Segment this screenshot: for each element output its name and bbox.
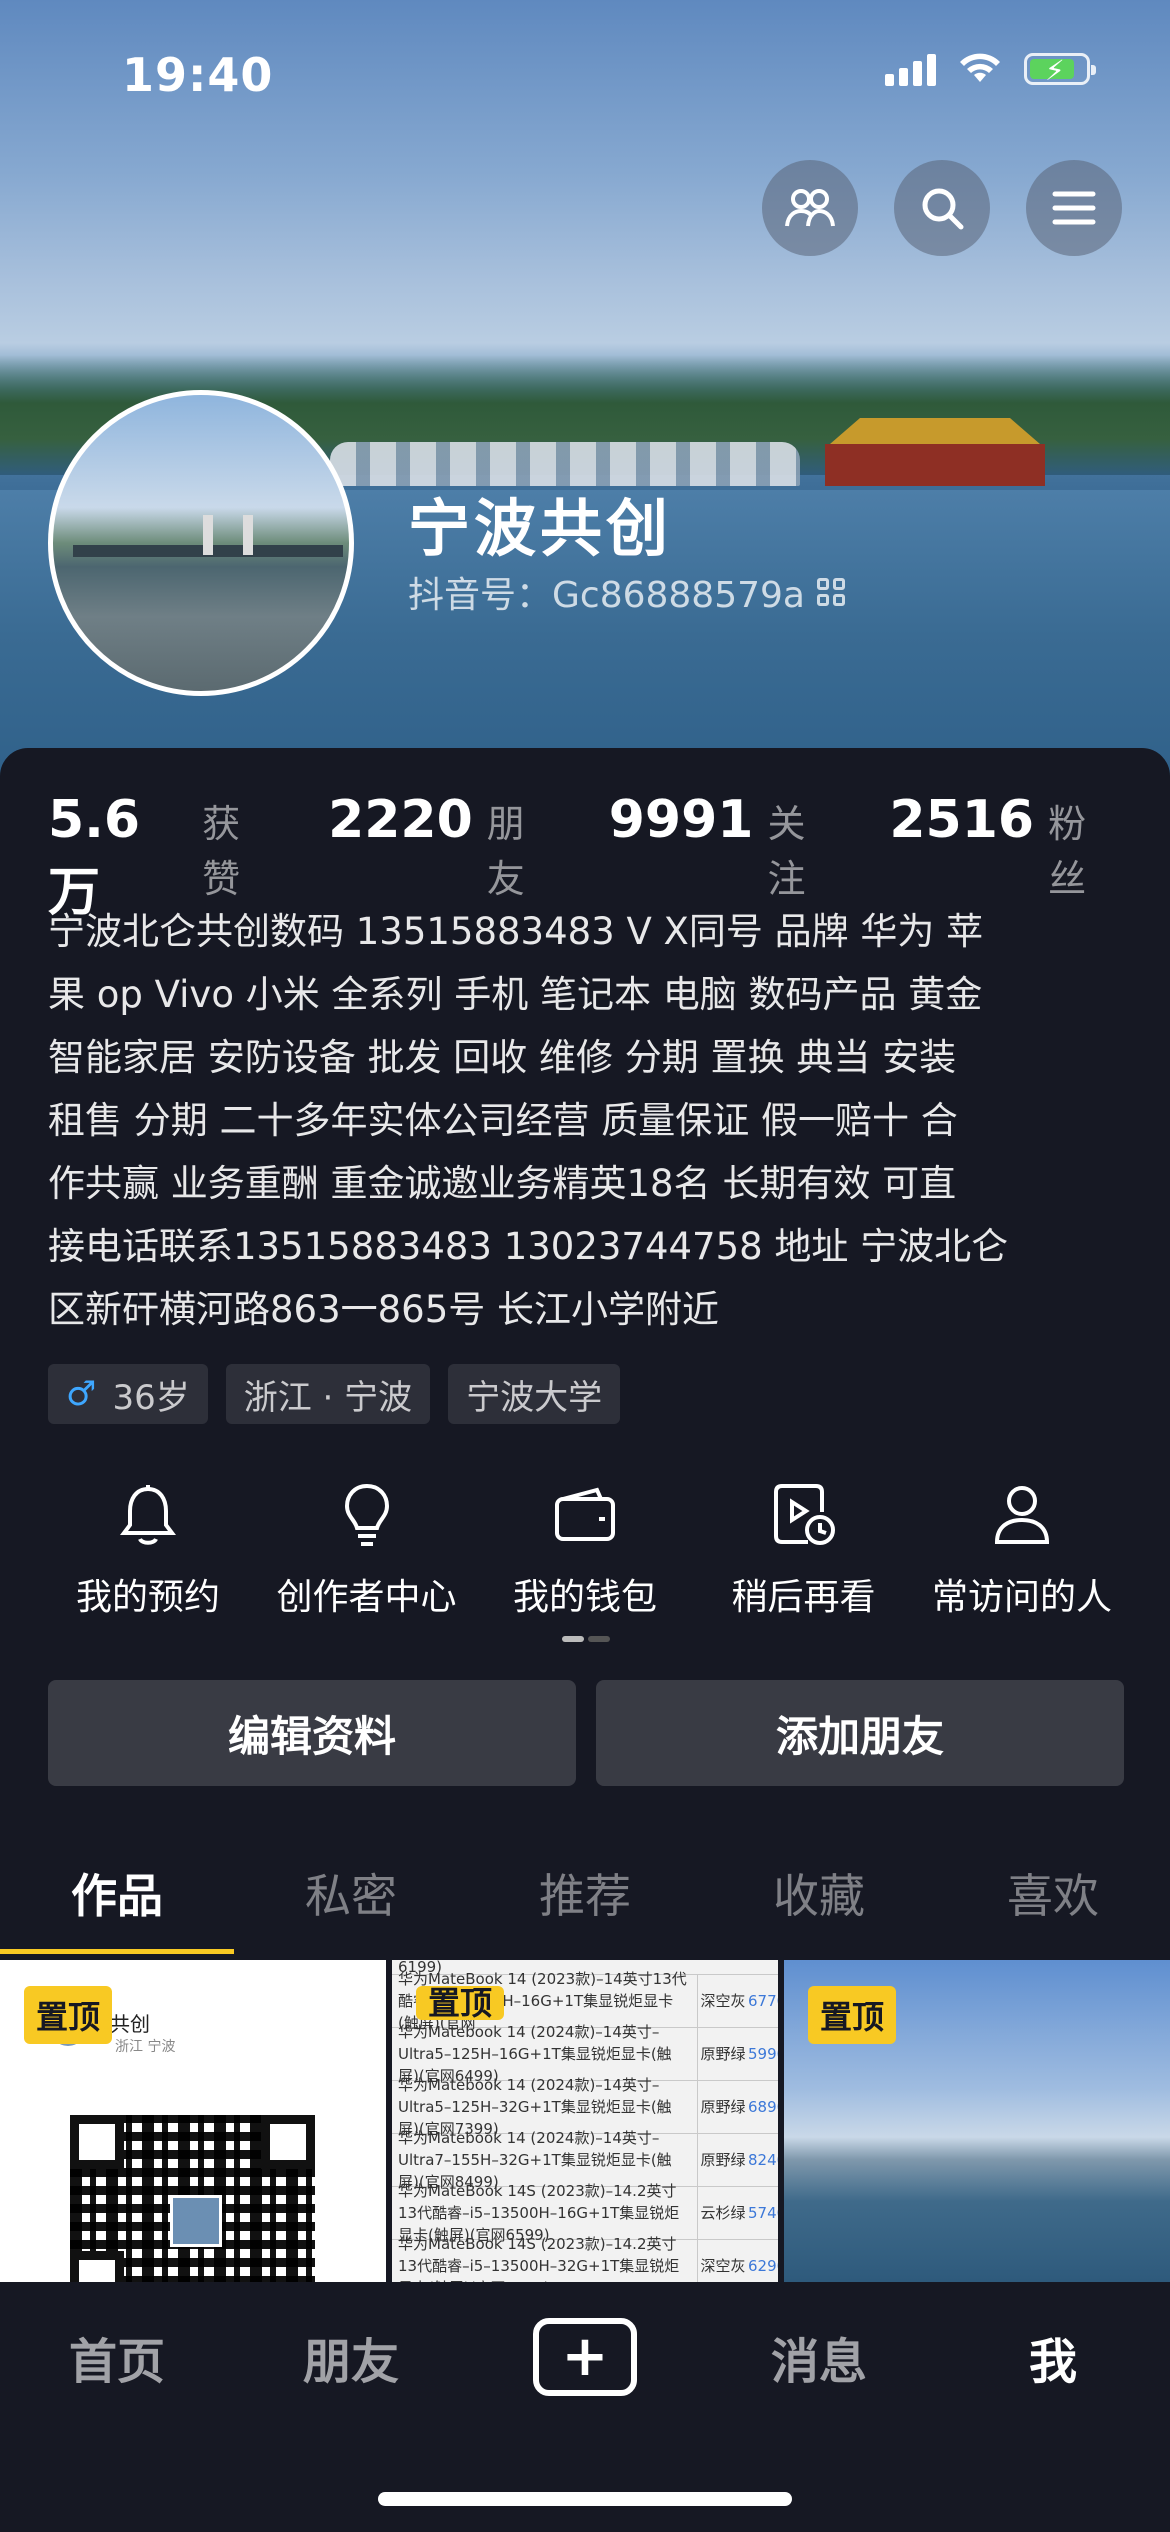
stat-label: 获赞	[202, 802, 241, 901]
price-row-color: 深空灰	[697, 1975, 748, 2027]
thumbnail-name: 共创	[110, 2012, 150, 2036]
tab-recommended[interactable]: 推荐	[468, 1860, 702, 1954]
shortcut-label: 稍后再看	[731, 1577, 876, 1618]
shortcut-label: 创作者中心	[276, 1577, 457, 1618]
watch-later-icon	[773, 1484, 835, 1545]
plus-icon: +	[533, 2318, 637, 2396]
thumbnail-location: 浙江 宁波	[115, 2039, 176, 2055]
shortcut-label: 我的钱包	[512, 1577, 657, 1618]
search-button[interactable]	[894, 160, 990, 256]
shortcut-watch-later[interactable]: 稍后再看	[704, 1480, 904, 1620]
video-thumbnail[interactable]: 置顶	[784, 1960, 1170, 2282]
price-row-color: 原野绿	[697, 2028, 748, 2080]
friends-button[interactable]	[762, 160, 858, 256]
search-icon	[922, 188, 964, 230]
price-row-price: 6770	[748, 1992, 778, 2010]
bio-line: 宁波北仑共创数码 13515883483 V X同号 品牌 华为 苹	[48, 910, 984, 953]
price-row-price: 5990	[748, 2045, 778, 2063]
shortcut-label: 我的预约	[75, 1577, 220, 1618]
bio-line: 接电话联系13515883483 13023744758 地址 宁波北仑	[48, 1225, 1009, 1268]
stat-value: 2516	[889, 790, 1035, 850]
shortcut-wallet[interactable]: 我的钱包	[485, 1480, 685, 1620]
video-thumbnail[interactable]: 6199) 华为MateBook 14 (2023款)–14英寸13代酷睿–i7…	[392, 1960, 778, 2282]
bio[interactable]: 宁波北仑共创数码 13515883483 V X同号 品牌 华为 苹 果 op …	[48, 900, 1128, 1341]
bio-line: 租售 分期 二十多年实体公司经营 质量保证 假一赔十 合	[48, 1099, 958, 1142]
video-thumbnail[interactable]: 共创 浙江 宁波 置顶	[0, 1960, 386, 2282]
tag-gender-age: ♂ 36岁	[48, 1364, 208, 1424]
stat-label: 粉丝	[1048, 802, 1087, 901]
price-row-price: 6890	[748, 2098, 778, 2116]
shortcut-row: 我的预约 创作者中心 我的钱包 稍后再看 常访问的人	[48, 1480, 1122, 1620]
tab-likes[interactable]: 喜欢	[936, 1860, 1170, 1954]
stat-followers[interactable]: 2516 粉丝	[889, 790, 1118, 903]
tag-school[interactable]: 宁波大学	[448, 1364, 621, 1424]
tag-location: 浙江 · 宁波	[225, 1364, 431, 1424]
nav-home[interactable]: 首页	[0, 2322, 234, 2392]
nav-me[interactable]: 我	[936, 2322, 1170, 2392]
bio-line: 区新矸横河路863一865号 长江小学附近	[48, 1288, 720, 1331]
qrcode-icon[interactable]	[817, 578, 845, 606]
signal-icon	[885, 52, 936, 86]
status-icons: ⚡	[885, 52, 1096, 87]
price-row-color: 深空灰	[697, 2240, 748, 2282]
nav-messages[interactable]: 消息	[702, 2322, 936, 2392]
menu-button[interactable]	[1026, 160, 1122, 256]
profile-tags: ♂ 36岁 浙江 · 宁波 宁波大学	[48, 1364, 621, 1424]
stat-label: 朋友	[486, 802, 525, 901]
status-time: 19:40	[122, 48, 274, 102]
home-indicator[interactable]	[378, 2492, 792, 2506]
person-icon	[994, 1486, 1050, 1544]
banner-pavilion	[800, 418, 1070, 498]
tag-age-text: 36岁	[112, 1377, 190, 1418]
bio-line: 作共赢 业务重酬 重金诚邀业务精英18名 长期有效 可直	[48, 1162, 957, 1205]
stat-value: 2220	[328, 790, 473, 850]
people-icon	[785, 189, 835, 227]
shortcut-label: 常访问的人	[931, 1577, 1112, 1618]
page-indicator	[562, 1636, 610, 1642]
nav-create[interactable]: +	[468, 2318, 702, 2396]
tab-favorites[interactable]: 收藏	[702, 1860, 936, 1954]
video-grid: 共创 浙江 宁波 置顶 6199) 华为MateBook 14 (2023款)–…	[0, 1960, 1170, 2282]
pinned-badge: 置顶	[808, 1986, 897, 2044]
shortcut-creator-center[interactable]: 创作者中心	[267, 1480, 467, 1620]
price-row-price: 6290	[748, 2257, 778, 2275]
price-row-price: 5740	[748, 2204, 778, 2222]
tab-works[interactable]: 作品	[0, 1860, 234, 1954]
content-tabs: 作品 私密 推荐 收藏 喜欢	[0, 1860, 1170, 1954]
bio-line: 果 op Vivo 小米 全系列 手机 笔记本 电脑 数码产品 黄金	[48, 973, 983, 1016]
pinned-badge: 置顶	[24, 1986, 113, 2044]
bell-icon	[120, 1485, 176, 1545]
price-row-desc: 华为MateBook 14S (2023款)–14.2英寸13代酷睿–i5–13…	[398, 2235, 680, 2282]
lightbulb-icon	[344, 1483, 389, 1546]
wallet-icon	[555, 1487, 615, 1541]
price-row-color: 原野绿	[697, 2081, 748, 2133]
battery-icon: ⚡	[1024, 53, 1096, 87]
wifi-icon	[960, 53, 1000, 82]
stat-following[interactable]: 9991 关注	[609, 790, 838, 903]
avatar[interactable]	[48, 390, 354, 696]
stat-value: 9991	[608, 790, 754, 850]
douyin-id-text: 抖音号：Gc86888579a	[408, 575, 805, 616]
nav-friends[interactable]: 朋友	[234, 2322, 468, 2392]
douyin-id[interactable]: 抖音号：Gc86888579a	[408, 566, 845, 618]
shortcut-frequent-visitors[interactable]: 常访问的人	[922, 1480, 1122, 1620]
stat-label: 关注	[767, 802, 806, 901]
shortcut-reservations[interactable]: 我的预约	[48, 1480, 248, 1620]
edit-profile-button[interactable]: 编辑资料	[48, 1680, 576, 1786]
qrcode-image	[70, 2115, 315, 2282]
stat-friends[interactable]: 2220 朋友	[328, 790, 557, 903]
pinned-badge: 置顶	[416, 1986, 505, 2020]
price-row-price: 8240	[748, 2151, 778, 2169]
bio-line: 智能家居 安防设备 批发 回收 维修 分期 置换 典当 安装	[48, 1036, 957, 1079]
price-row-color: 云杉绿	[697, 2187, 748, 2239]
action-buttons: 编辑资料 添加朋友	[48, 1680, 1124, 1786]
add-friend-button[interactable]: 添加朋友	[596, 1680, 1124, 1786]
menu-icon	[1052, 191, 1096, 225]
male-icon: ♂	[66, 1374, 97, 1414]
tab-private[interactable]: 私密	[234, 1860, 468, 1954]
price-row-color: 原野绿	[697, 2134, 748, 2186]
profile-name: 宁波共创	[408, 492, 673, 565]
